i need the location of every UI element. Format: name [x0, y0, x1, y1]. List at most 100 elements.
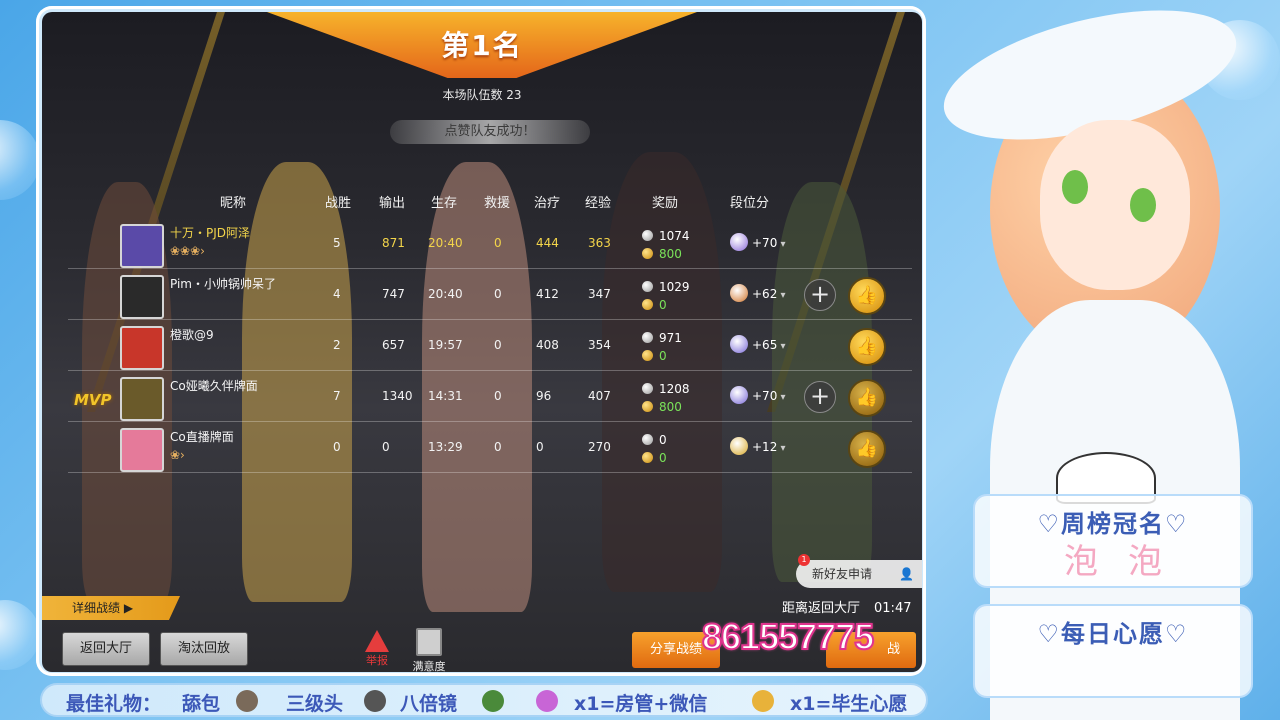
- like-teammate-button[interactable]: 👍: [848, 430, 886, 468]
- gold-coin-icon: [642, 299, 653, 310]
- silver-value: 971: [659, 331, 682, 345]
- best-gift-label: 最佳礼物：: [66, 693, 162, 715]
- silver-coin-icon: [642, 281, 653, 292]
- silver-value: 0: [659, 433, 667, 447]
- daily-wish-panel: ♡每日心愿♡: [973, 604, 1253, 698]
- gift-lick-bag: 舔包: [182, 693, 221, 715]
- rank-emblem-icon: [730, 437, 748, 455]
- cell-survive: 13:29: [428, 440, 463, 454]
- elimination-replay-button[interactable]: 淘汰回放: [160, 632, 248, 666]
- silver-coin-icon: [642, 383, 653, 394]
- gold-value: 0: [659, 349, 667, 363]
- report-button[interactable]: 举报: [364, 630, 390, 668]
- cell-rescue: 0: [494, 236, 502, 250]
- player-avatar[interactable]: [120, 224, 164, 268]
- gold-coin-icon: [642, 401, 653, 412]
- rank-points[interactable]: +70: [752, 236, 786, 250]
- cell-output: 0: [382, 440, 390, 454]
- daily-wish-title: ♡每日心愿♡: [1037, 620, 1189, 648]
- header-reward: 奖励: [652, 196, 679, 211]
- add-friend-icon: 👤: [899, 567, 914, 581]
- table-row: Co娅曦久伴牌面 7 1340 14:31 0 96 407 1208 800 +70 + 👍: [68, 371, 912, 422]
- silver-value: 1208: [659, 382, 690, 396]
- rank-points[interactable]: +12: [752, 440, 786, 454]
- perk-room-admin: x1=房管+微信: [574, 693, 708, 715]
- player-avatar[interactable]: [120, 275, 164, 319]
- perk-lifetime-wish: x1=毕生心愿: [790, 693, 908, 715]
- silver-coin-icon: [642, 230, 653, 241]
- header-rank-points: 段位分: [730, 196, 770, 211]
- clipboard-icon: [416, 628, 442, 656]
- cell-wins: 7: [333, 389, 341, 403]
- rank-emblem-icon: [730, 335, 748, 353]
- gold-value: 0: [659, 298, 667, 312]
- player-name: Pim・小帅锅帅呆了: [170, 277, 276, 291]
- cell-survive: 14:31: [428, 389, 463, 403]
- header-rescue: 救援: [484, 196, 511, 211]
- new-friend-request-button[interactable]: 1 新好友申请 👤: [796, 554, 922, 588]
- header-exp: 经验: [585, 196, 612, 211]
- return-timer: 距离返回大厅 01:47: [782, 597, 911, 616]
- cell-heal: 444: [536, 236, 559, 250]
- cell-rescue: 0: [494, 338, 502, 352]
- back-to-lobby-button[interactable]: 返回大厅: [62, 632, 150, 666]
- silver-value: 1074: [659, 229, 690, 243]
- cell-exp: 270: [588, 440, 611, 454]
- cell-wins: 4: [333, 287, 341, 301]
- reward-silver: 1029: [642, 280, 690, 294]
- satisfaction-button[interactable]: 满意度: [404, 628, 454, 672]
- table-row: Co直播牌面 ❀› 0 0 13:29 0 0 270 0 0 +12 👍: [68, 422, 912, 473]
- return-label: 距离返回大厅: [782, 601, 861, 616]
- gold-value: 0: [659, 451, 667, 465]
- reward-silver: 971: [642, 331, 682, 345]
- like-teammate-button[interactable]: 👍: [848, 328, 886, 366]
- report-label: 举报: [366, 654, 388, 667]
- team-count: 本场队伍数 23: [442, 88, 522, 102]
- bubble-decoration: [0, 600, 40, 670]
- player-badges: ❀›: [170, 448, 185, 462]
- detail-stats-tab[interactable]: 详细战绩 ▶: [42, 596, 180, 620]
- cell-output: 657: [382, 338, 405, 352]
- rank-title: 第1名: [441, 29, 523, 62]
- table-row: 橙歌@9 2 657 19:57 0 408 354 971 0 +65 👍: [68, 320, 912, 371]
- add-friend-button[interactable]: +: [804, 279, 836, 311]
- notification-badge: 1: [798, 554, 810, 566]
- cell-heal: 96: [536, 389, 552, 403]
- cell-survive: 20:40: [428, 287, 463, 301]
- header-survive: 生存: [431, 196, 458, 211]
- player-avatar[interactable]: [120, 428, 164, 472]
- gift-helmet: 三级头: [286, 693, 344, 715]
- reward-gold: 0: [642, 349, 667, 363]
- gift-icon: [236, 690, 258, 712]
- add-friend-button[interactable]: +: [804, 381, 836, 413]
- like-teammate-button[interactable]: 👍: [848, 379, 886, 417]
- game-result-screen: 第1名 本场队伍数 23 点赞队友成功！ 昵称 战胜 输出 生存 救援 治疗 经…: [42, 12, 922, 672]
- rank-points[interactable]: +65: [752, 338, 786, 352]
- player-avatar[interactable]: [120, 326, 164, 370]
- bubble-decoration: [0, 120, 40, 200]
- swirl-gold-icon: [752, 690, 774, 712]
- gold-coin-icon: [642, 452, 653, 463]
- detail-stats-label: 详细战绩: [72, 601, 121, 615]
- cell-survive: 19:57: [428, 338, 463, 352]
- like-teammate-button[interactable]: 👍: [848, 277, 886, 315]
- gold-value: 800: [659, 247, 682, 261]
- reward-gold: 0: [642, 451, 667, 465]
- new-friend-label: 新好友申请: [812, 567, 873, 581]
- warning-icon: [365, 630, 389, 652]
- reward-silver: 1074: [642, 229, 690, 243]
- gift-info-bar: 最佳礼物： 舔包 三级头 八倍镜 x1=房管+微信 x1=毕生心愿: [40, 683, 928, 717]
- cell-wins: 2: [333, 338, 341, 352]
- gold-coin-icon: [642, 248, 653, 259]
- like-success-toast: 点赞队友成功！: [390, 120, 590, 144]
- rank-points[interactable]: +62: [752, 287, 786, 301]
- reward-gold: 0: [642, 298, 667, 312]
- player-name: 橙歌@9: [170, 328, 214, 342]
- rank-points[interactable]: +70: [752, 389, 786, 403]
- character-face: [1040, 120, 1190, 290]
- player-avatar[interactable]: [120, 377, 164, 421]
- cell-heal: 408: [536, 338, 559, 352]
- play-icon: ▶: [123, 601, 134, 615]
- cell-rescue: 0: [494, 287, 502, 301]
- header-heal: 治疗: [534, 196, 561, 211]
